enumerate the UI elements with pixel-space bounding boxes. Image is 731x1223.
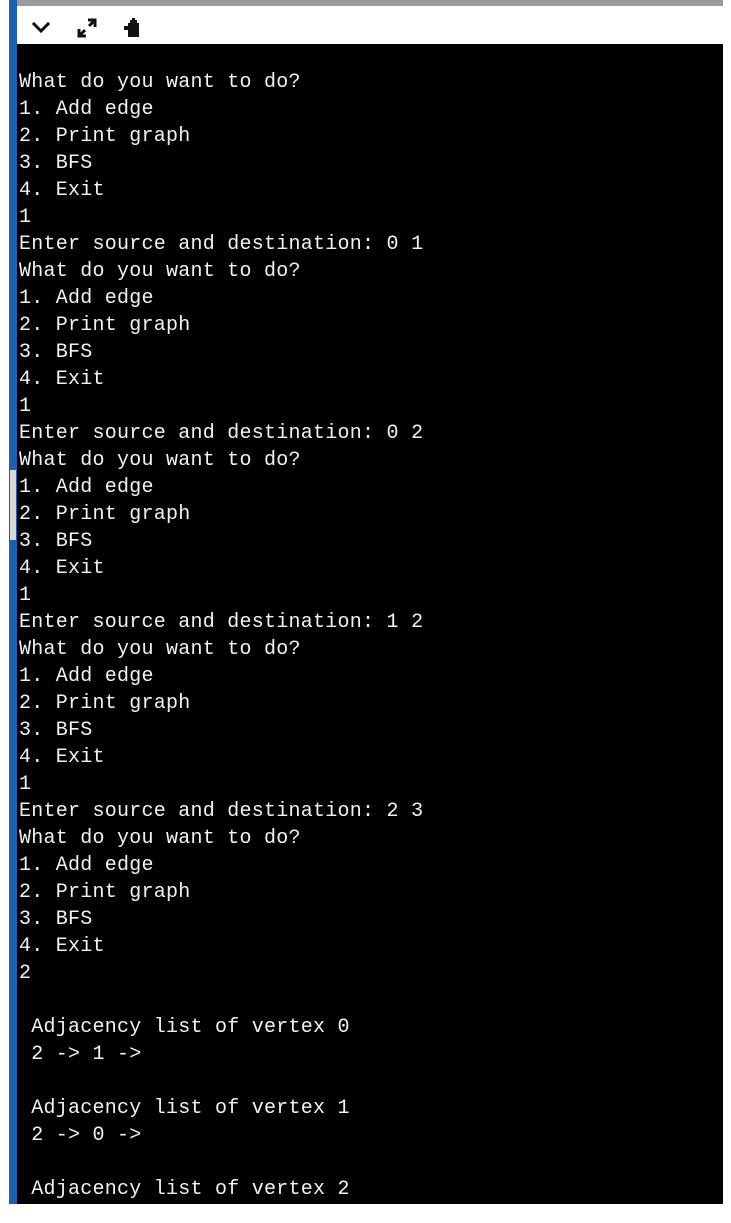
console-line: What do you want to do? — [19, 449, 301, 472]
console-line: 1. Add edge — [19, 854, 154, 877]
console-line: 4. Exit — [19, 935, 105, 958]
console-line: 3. BFS — [19, 908, 93, 931]
console-line: What do you want to do? — [19, 638, 301, 661]
console-line: 3. BFS — [19, 152, 93, 175]
chevron-down-icon — [31, 21, 51, 34]
console-line: Enter source and destination: 2 3 — [19, 800, 424, 823]
console-line: Enter source and destination: 0 2 — [19, 422, 424, 445]
console-line: 1 — [19, 584, 32, 607]
chevron-down-icon[interactable] — [29, 16, 53, 40]
console-line: Adjacency list of vertex 0 — [19, 1016, 350, 1039]
window-bottom-margin — [0, 1204, 731, 1223]
console-line: 2 — [19, 962, 32, 985]
console-line: 1 — [19, 395, 32, 418]
console-line: What do you want to do? — [19, 260, 301, 283]
console-line: 3. BFS — [19, 530, 93, 553]
expand-icon — [77, 18, 97, 38]
window-left-edge — [9, 0, 17, 1204]
console-line: Enter source and destination: 0 1 — [19, 233, 424, 256]
console-line: 2. Print graph — [19, 125, 191, 148]
console-line: What do you want to do? — [19, 827, 301, 850]
console-line: 1. Add edge — [19, 287, 154, 310]
scroll-indicator — [10, 470, 16, 540]
console-window: What do you want to do? 1. Add edge 2. P… — [0, 0, 731, 1223]
console-line: 1. Add edge — [19, 476, 154, 499]
console-line: 2 -> 1 -> — [19, 1043, 142, 1066]
console-line: Adjacency list of vertex 1 — [19, 1097, 350, 1120]
console-line: 2. Print graph — [19, 314, 191, 337]
console-line: 4. Exit — [19, 746, 105, 769]
console-line: 1. Add edge — [19, 665, 154, 688]
console-line: What do you want to do? — [19, 71, 301, 94]
console-line: 4. Exit — [19, 368, 105, 391]
console-line: 3. BFS — [19, 341, 93, 364]
console-line: Enter source and destination: 1 2 — [19, 611, 424, 634]
console-line: 2. Print graph — [19, 881, 191, 904]
console-line: 2. Print graph — [19, 503, 191, 526]
console-line: 4. Exit — [19, 179, 105, 202]
console-lines: What do you want to do? 1. Add edge 2. P… — [19, 69, 423, 1203]
console-line: 2. Print graph — [19, 692, 191, 715]
console-line: 1 — [19, 773, 32, 796]
console-line: 1. Add edge — [19, 98, 154, 121]
clipboard-icon[interactable] — [121, 16, 145, 40]
terminal-output: What do you want to do? 1. Add edge 2. P… — [17, 44, 723, 1204]
console-line: 3. BFS — [19, 719, 93, 742]
console-line: 4. Exit — [19, 557, 105, 580]
console-line: 2 -> 0 -> — [19, 1124, 142, 1147]
expand-icon[interactable] — [75, 16, 99, 40]
console-toolbar — [17, 0, 723, 44]
console-line: Adjacency list of vertex 2 — [19, 1178, 350, 1201]
clipboard-icon — [124, 18, 139, 37]
console-line: 1 — [19, 206, 32, 229]
